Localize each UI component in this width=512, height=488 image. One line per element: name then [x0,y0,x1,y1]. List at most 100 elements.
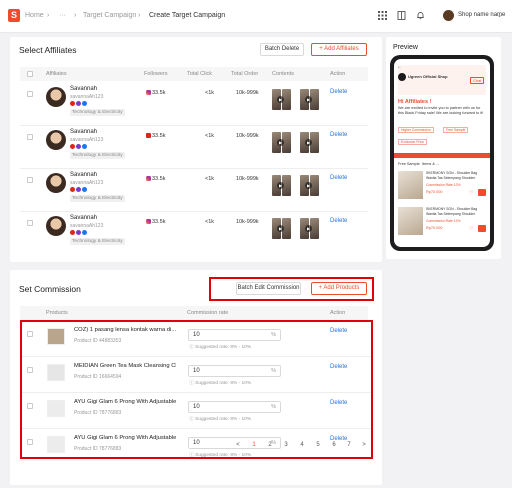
breadcrumb-home[interactable]: Home [25,12,44,19]
followers-value: 33.5k [152,219,166,225]
col-products: Products [46,310,68,316]
shopee-logo[interactable]: S [8,9,20,22]
instagram-icon [146,219,151,224]
heart-icon[interactable]: ♡ [469,226,473,232]
preview-product-name: SKERMONY SON - Shoulder Bag Wanita Tas S… [426,207,478,216]
delete-product-link[interactable]: Delete [330,364,347,370]
breadcrumb-more[interactable]: ··· [59,12,66,19]
play-icon[interactable]: ▶ [305,96,312,103]
chevron-down-icon[interactable]: ⌄ [497,12,502,19]
affiliate-social-icons [70,187,88,194]
followers-value: 33.5k [152,90,166,96]
affiliate-avatar [46,173,66,193]
preview-invite-text: We are excited to invite you to partner … [398,106,484,115]
affiliate-category-tag: Technology & Electricity [70,238,125,245]
product-id: Product ID 78776883 [74,446,122,452]
share-icon[interactable] [478,189,486,196]
suggested-rate-hint: ⓘ Suggested rate: 8% - 10% [189,451,251,458]
preview-product-price: Rp70.000 [426,190,443,194]
breadcrumb-separator-icon: › [47,12,50,19]
followers-value: 33.5k [152,133,166,139]
percent-suffix: % [271,404,276,410]
product-row-checkbox[interactable] [27,331,33,337]
bell-icon[interactable] [416,11,425,20]
delete-product-link[interactable]: Delete [330,400,347,406]
instagram-icon [146,90,151,95]
product-row-checkbox[interactable] [27,367,33,373]
breadcrumb-current: Create Target Campaign [149,12,226,19]
affiliate-row-checkbox[interactable] [27,177,33,183]
play-icon[interactable]: ▶ [277,225,284,232]
delete-affiliate-link[interactable]: Delete [330,175,347,181]
affiliate-avatar [46,87,66,107]
affiliate-name[interactable]: Savannah [70,86,97,92]
col-followers: Followers [144,71,168,77]
affiliate-row-checkbox[interactable] [27,134,33,140]
product-name[interactable]: AYU Gigi Glam 6 Prong With Adjustable... [74,399,176,405]
product-row-checkbox[interactable] [27,439,33,445]
batch-delete-button[interactable]: Batch Delete [260,43,304,56]
col-action: Action [330,71,346,77]
row-divider [22,392,371,393]
play-icon[interactable]: ▶ [277,182,284,189]
commission-rate-value[interactable]: 10 [193,440,200,446]
product-name[interactable]: MEIDIAN Green Tea Mask Cleansing Cl... [74,363,176,369]
play-icon[interactable]: ▶ [277,139,284,146]
breadcrumb-target-campaign[interactable]: Target Campaign [83,12,136,19]
next-page-icon[interactable]: > [359,442,369,448]
heart-icon[interactable]: ♡ [469,190,473,196]
perk-exclusive-price: Exclusive Price [398,139,427,145]
preview-tab-free-sample[interactable]: Free Sample [398,162,420,166]
page-number[interactable]: 5 [313,442,323,448]
affiliate-name[interactable]: Savannah [70,172,97,178]
col-total-order: Total Order [231,71,259,77]
delete-product-link[interactable]: Delete [330,328,347,334]
add-products-button[interactable]: + Add Products [311,282,367,295]
affiliate-row-checkbox[interactable] [27,91,33,97]
preview-greeting: Hi Affiliates ! [398,99,432,105]
preview-chat-button[interactable]: Chat [470,77,485,84]
shop-logo [398,73,406,81]
affiliate-name[interactable]: Savannah [70,215,97,221]
affiliate-name[interactable]: Savannah [70,129,97,135]
delete-affiliate-link[interactable]: Delete [330,132,347,138]
preview-tab-items[interactable]: Items & ... [422,162,439,166]
play-icon[interactable]: ▶ [277,96,284,103]
commission-rate-value[interactable]: 10 [193,368,200,374]
page-number[interactable]: 3 [281,442,291,448]
product-name[interactable]: COZ) 1 pasang lensa kontak warna di... [74,327,176,333]
commission-rate-input[interactable]: 10% [188,329,281,341]
page-number[interactable]: 7 [344,442,354,448]
share-icon[interactable] [478,225,486,232]
social-platform-icon [82,144,87,149]
book-icon[interactable] [397,11,406,20]
page-number[interactable]: 2 [265,442,275,448]
delete-affiliate-link[interactable]: Delete [330,218,347,224]
suggested-rate-text: Suggested rate: 8% - 10% [195,345,252,350]
commission-rate-value[interactable]: 10 [193,332,200,338]
page-number[interactable]: 4 [297,442,307,448]
back-arrow-icon[interactable]: ← [397,64,402,70]
add-affiliates-button[interactable]: + Add Affiliates [311,43,367,56]
product-name[interactable]: AYU Gigi Glam 6 Prong With Adjustable... [74,435,176,441]
play-icon[interactable]: ▶ [305,225,312,232]
play-icon[interactable]: ▶ [305,139,312,146]
page-number[interactable]: 1 [249,442,259,448]
prev-page-icon[interactable]: < [233,442,243,448]
commission-rate-input[interactable]: 10% [188,401,281,413]
page-number[interactable]: 6 [329,442,339,448]
top-bar [0,0,512,33]
preview-shop-name: Ugreen Official Shop [408,74,448,79]
affiliate-row-checkbox[interactable] [27,220,33,226]
commission-rate-input[interactable]: 10% [188,365,281,377]
batch-edit-commission-button[interactable]: Batch Edit Commission [236,282,301,295]
play-icon[interactable]: ▶ [305,182,312,189]
apps-grid-icon[interactable] [378,11,387,20]
product-image [47,328,65,345]
select-all-affiliates-checkbox[interactable] [27,71,33,77]
shop-avatar[interactable] [443,10,454,21]
commission-rate-value[interactable]: 10 [193,404,200,410]
delete-affiliate-link[interactable]: Delete [330,89,347,95]
product-row-checkbox[interactable] [27,403,33,409]
affiliate-handle: savannaAh123 [70,137,104,143]
